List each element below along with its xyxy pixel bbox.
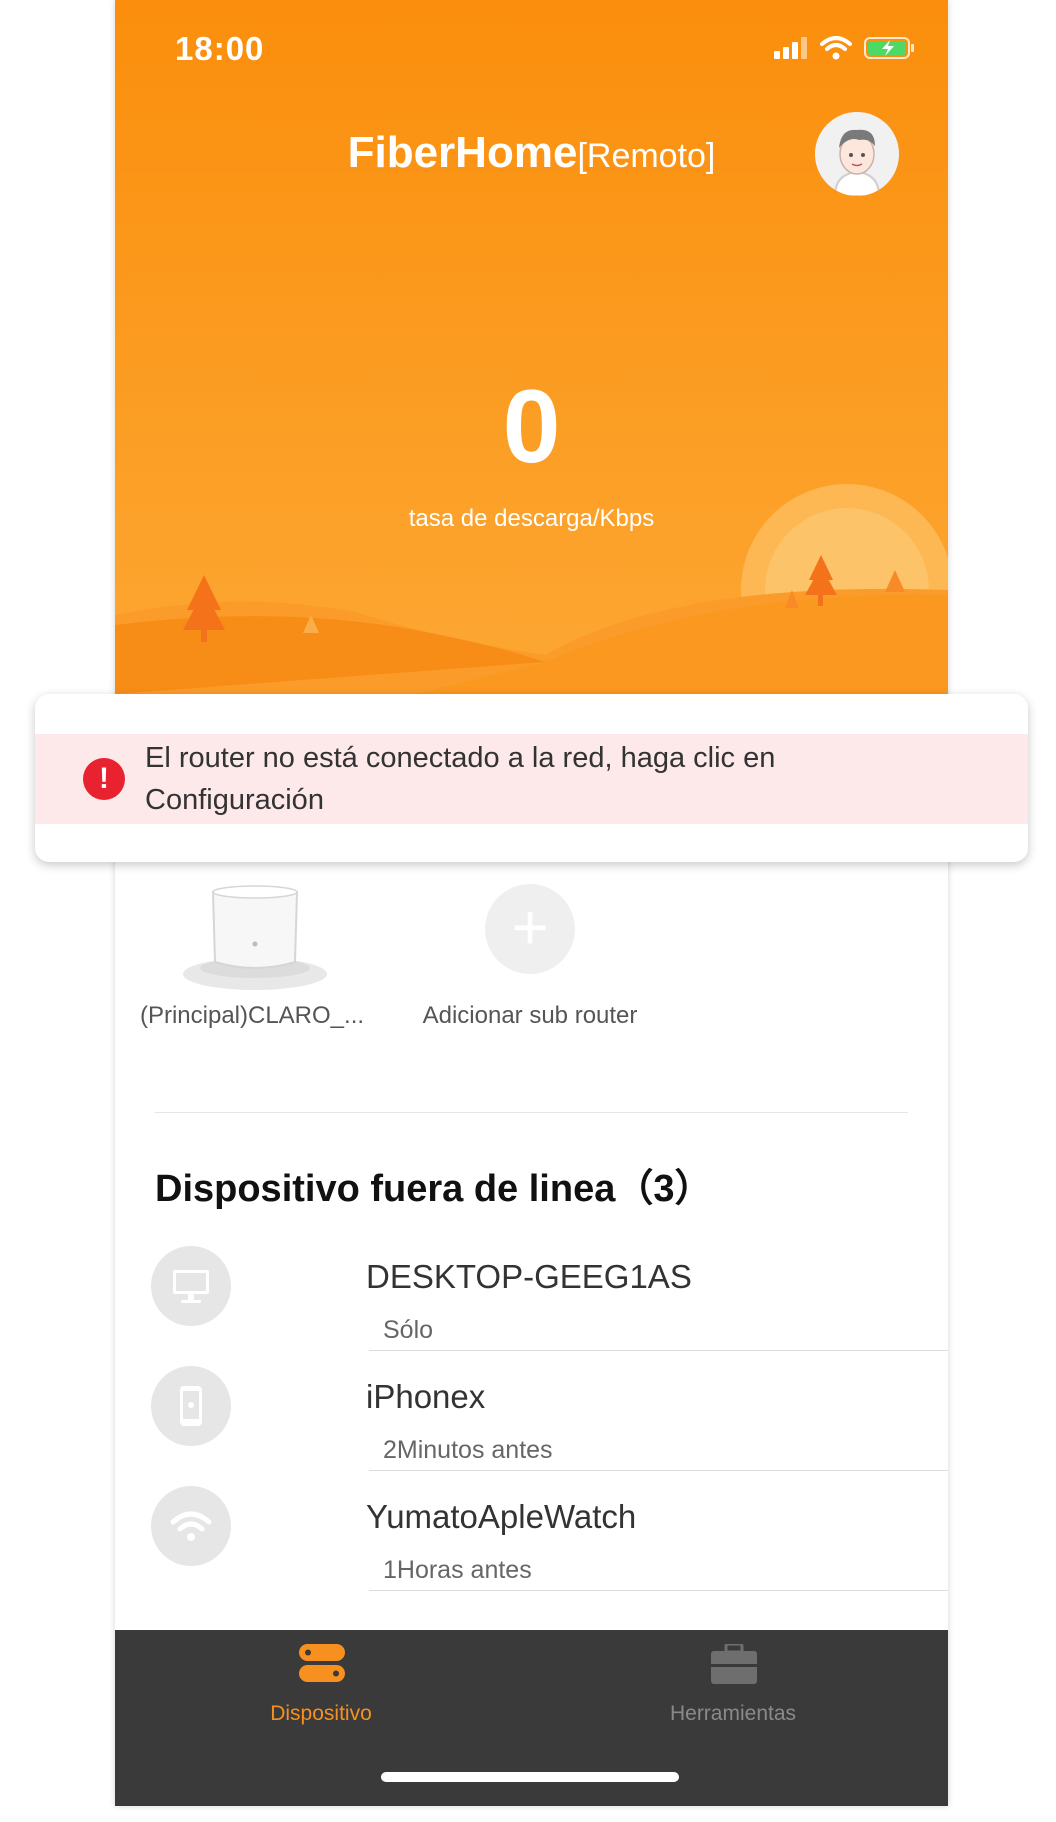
- tab-herramientas[interactable]: Herramientas: [583, 1630, 883, 1740]
- device-name: iPhonex: [366, 1378, 486, 1415]
- phone-icon: [151, 1366, 231, 1446]
- tab-dispositivo-label: Dispositivo: [270, 1702, 372, 1725]
- error-icon: !: [83, 758, 125, 800]
- tab-herramientas-label: Herramientas: [669, 1702, 797, 1725]
- device-tab-icon: [299, 1644, 345, 1682]
- brand-title: FiberHome: [347, 128, 578, 177]
- tab-bar: Dispositivo Herramientas: [115, 1630, 948, 1806]
- device-row[interactable]: DESKTOP-GEEG1AS Sólo ›: [151, 1232, 948, 1352]
- device-row[interactable]: YumatoApleWatch 1Horas antes ›: [151, 1472, 948, 1592]
- alert-banner[interactable]: ! El router no está conectado a la red, …: [35, 734, 1028, 824]
- mode-label: [Remoto]: [577, 137, 716, 175]
- toolbox-icon: [711, 1644, 757, 1684]
- plus-icon: +: [485, 884, 575, 974]
- battery-icon: [864, 37, 914, 59]
- landscape-illustration: [115, 484, 948, 694]
- device-status: Sólo: [383, 1316, 434, 1344]
- desktop-icon: [151, 1246, 231, 1326]
- user-avatar-icon: [815, 112, 899, 196]
- tab-dispositivo[interactable]: Dispositivo: [171, 1630, 471, 1740]
- router-device-icon: [183, 885, 327, 990]
- add-sub-router-label: Adicionar sub router: [422, 1002, 638, 1029]
- device-status: 1Horas antes: [383, 1556, 532, 1584]
- divider: [155, 1112, 908, 1113]
- alert-card[interactable]: ! El router no está conectado a la red, …: [35, 694, 1028, 862]
- wifi-icon: [151, 1486, 231, 1566]
- wifi-status-icon: [820, 36, 852, 60]
- signal-icon: [774, 37, 807, 59]
- offline-section-title: Dispositivo fuera de linea（3）: [155, 1168, 713, 1210]
- status-icons: [774, 36, 916, 60]
- hero-banner: 18:00 FiberHome[Remoto] 0 tasa de descar…: [115, 0, 948, 694]
- alert-message: El router no está conectado a la red, ha…: [145, 742, 776, 816]
- device-name: YumatoApleWatch: [366, 1498, 637, 1535]
- home-indicator[interactable]: [381, 1772, 679, 1782]
- device-name: DESKTOP-GEEG1AS: [366, 1258, 692, 1295]
- status-time: 18:00: [175, 30, 265, 67]
- row-divider: [369, 1350, 948, 1351]
- app-screen: 18:00 FiberHome[Remoto] 0 tasa de descar…: [115, 0, 948, 1806]
- device-status: 2Minutos antes: [383, 1436, 553, 1464]
- row-divider: [369, 1590, 948, 1591]
- device-row[interactable]: iPhonex 2Minutos antes ›: [151, 1352, 948, 1472]
- main-router-label: (Principal)CLARO_...: [139, 1002, 365, 1029]
- avatar[interactable]: [815, 112, 899, 196]
- row-divider: [369, 1470, 948, 1471]
